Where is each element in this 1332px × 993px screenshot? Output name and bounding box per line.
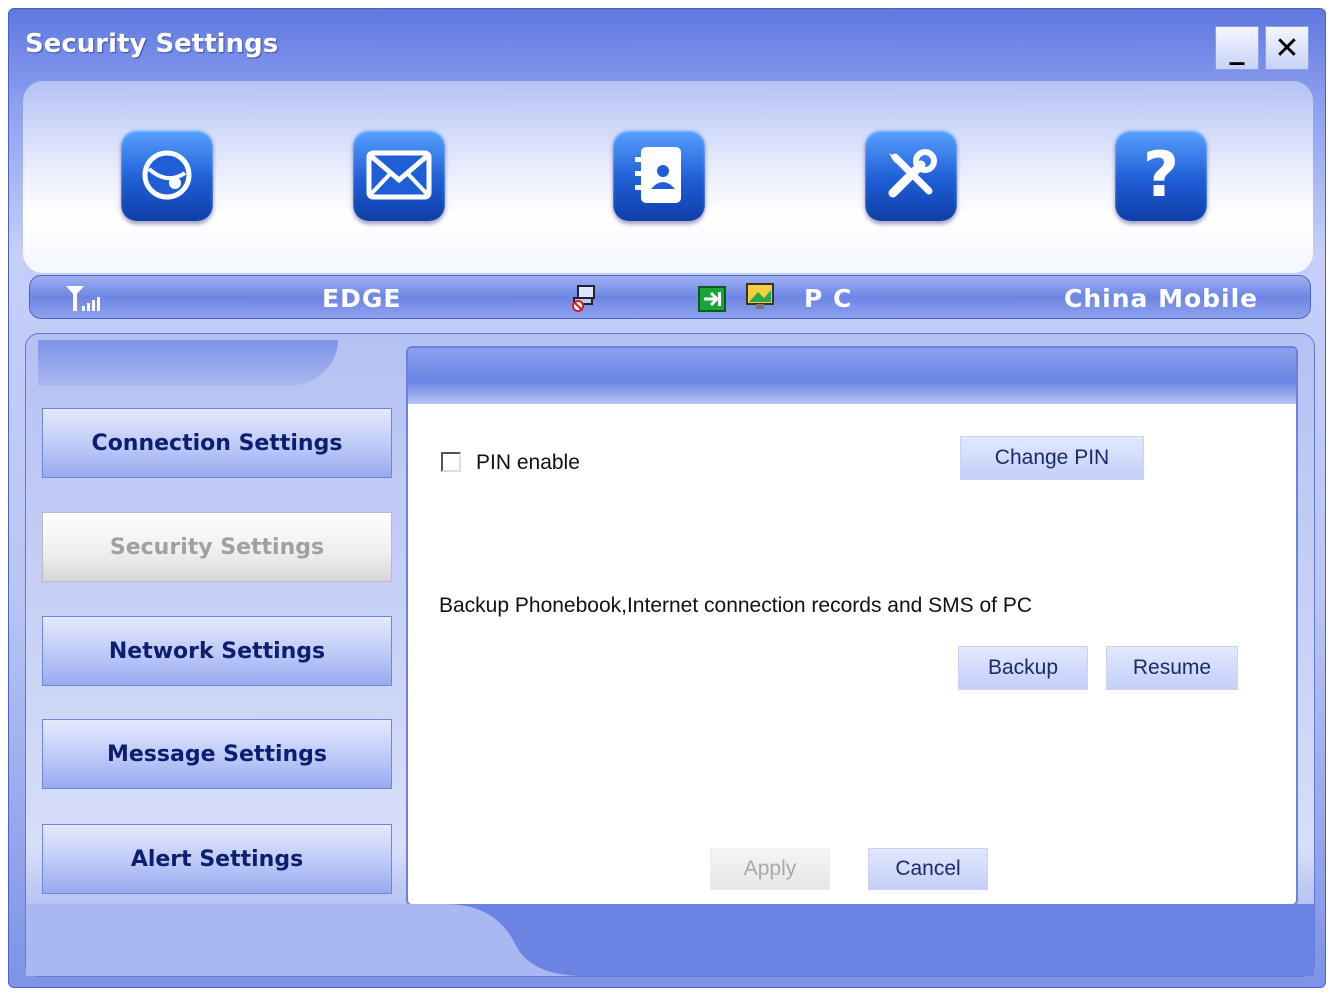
sim-enter-icon [698,286,726,317]
connection-status-icon [570,284,598,317]
svg-text:?: ? [1143,140,1179,210]
window-title: Security Settings [25,29,279,59]
title-bar[interactable]: Security Settings _ ✕ [9,9,1325,81]
cancel-button[interactable]: Cancel [868,848,988,890]
operator-text: China Mobile [1064,284,1259,313]
apply-button[interactable]: Apply [710,848,830,890]
signal-strength-icon [64,284,106,317]
phonebook-icon[interactable] [613,129,705,221]
backup-description: Backup Phonebook,Internet connection rec… [439,594,1033,617]
sidebar-item-message-settings[interactable]: Message Settings [42,719,392,789]
pin-enable-checkbox[interactable] [441,452,461,472]
main-panel: Connection Settings Security Settings Ne… [25,333,1315,977]
bottom-decoration [26,904,1314,976]
content-header [408,348,1296,404]
internet-icon[interactable] [121,129,213,221]
sidebar-item-connection-settings[interactable]: Connection Settings [42,408,392,478]
pc-device-icon [744,282,776,317]
security-settings-window: Security Settings _ ✕ ? EDGE P C China M… [8,8,1326,988]
minimize-button[interactable]: _ [1215,26,1259,70]
sidebar-item-security-settings[interactable]: Security Settings [42,512,392,582]
network-type-text: EDGE [322,284,402,313]
mode-text: P C [804,284,853,313]
settings-icon[interactable] [865,129,957,221]
status-bar: EDGE P C China Mobile [29,275,1311,319]
sidebar-item-alert-settings[interactable]: Alert Settings [42,824,392,894]
close-button[interactable]: ✕ [1265,26,1309,70]
messages-icon[interactable] [353,129,445,221]
sidebar-header [38,340,338,386]
resume-button[interactable]: Resume [1106,646,1238,690]
security-content-panel: PIN enable Change PIN Backup Phonebook,I… [406,346,1298,906]
backup-button[interactable]: Backup [958,646,1088,690]
help-icon[interactable]: ? [1115,129,1207,221]
pin-enable-label: PIN enable [476,451,580,474]
change-pin-button[interactable]: Change PIN [960,436,1144,480]
main-toolbar: ? [23,81,1313,273]
sidebar-item-network-settings[interactable]: Network Settings [42,616,392,686]
